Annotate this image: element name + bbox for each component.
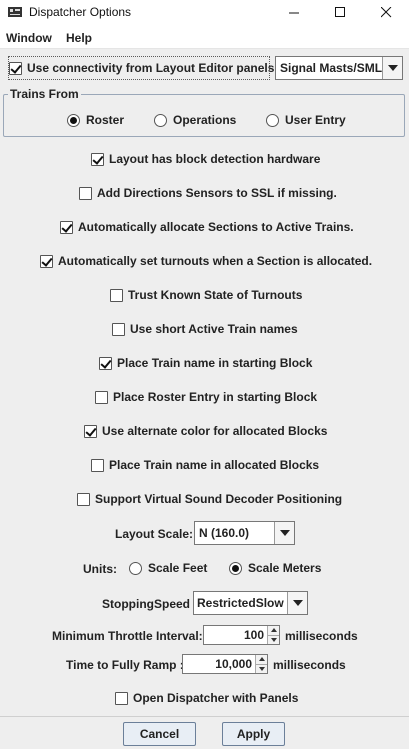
option-short-names[interactable]: Use short Active Train names: [112, 322, 298, 336]
option-block-detection[interactable]: Layout has block detection hardware: [91, 152, 320, 166]
close-icon: [380, 7, 391, 18]
stopping-speed-value: RestrictedSlow: [197, 596, 284, 610]
spinner-down-icon[interactable]: [268, 634, 279, 644]
option-label: Use alternate color for allocated Blocks: [102, 424, 328, 438]
window-title: Dispatcher Options: [29, 5, 132, 19]
checkbox-box[interactable]: [84, 424, 97, 438]
ramp-spinner[interactable]: 10,000: [182, 654, 268, 674]
option-add-direction-sensors[interactable]: Add Directions Sensors to SSL if missing…: [79, 186, 337, 200]
radio-button[interactable]: [67, 113, 80, 127]
radio-user-entry[interactable]: User Entry: [266, 113, 346, 127]
trains-from-legend: Trains From: [8, 87, 81, 101]
chevron-down-icon[interactable]: [287, 592, 307, 614]
checkbox-box[interactable]: [91, 458, 104, 472]
checkbox-box[interactable]: [115, 691, 128, 705]
option-trust-turnouts[interactable]: Trust Known State of Turnouts: [110, 288, 302, 302]
checkbox-box[interactable]: [91, 152, 104, 166]
min-throttle-label: Minimum Throttle Interval:: [52, 629, 203, 643]
radio-roster[interactable]: Roster: [67, 113, 124, 127]
radio-label: Roster: [86, 113, 125, 127]
option-label: Open Dispatcher with Panels: [133, 691, 299, 705]
maximize-icon: [334, 7, 345, 17]
ramp-label: Time to Fully Ramp :: [66, 658, 184, 672]
option-label: Add Directions Sensors to SSL if missing…: [97, 186, 337, 200]
checkbox-box[interactable]: [110, 288, 123, 302]
checkbox-box[interactable]: [40, 254, 53, 268]
minimize-button[interactable]: [271, 0, 317, 25]
radio-button[interactable]: [129, 561, 142, 575]
spinner-up-icon[interactable]: [268, 626, 279, 635]
radio-scale-meters[interactable]: Scale Meters: [229, 561, 321, 575]
menu-window[interactable]: Window: [6, 31, 52, 45]
option-label: Place Train name in starting Block: [117, 356, 313, 370]
spinner-up-icon[interactable]: [256, 655, 267, 664]
checkbox-box[interactable]: [95, 390, 108, 404]
apply-button[interactable]: Apply: [222, 722, 285, 746]
radio-operations[interactable]: Operations: [154, 113, 236, 127]
radio-label: User Entry: [285, 113, 346, 127]
divider: [0, 716, 409, 717]
spinner-down-icon[interactable]: [256, 663, 267, 673]
close-button[interactable]: [363, 0, 409, 25]
layout-scale-label: Layout Scale:: [115, 527, 194, 541]
option-virtual-sound[interactable]: Support Virtual Sound Decoder Positionin…: [77, 492, 342, 506]
option-label: Use short Active Train names: [130, 322, 298, 336]
checkbox-box[interactable]: [79, 186, 92, 200]
signal-type-value: Signal Masts/SML: [280, 61, 382, 75]
layout-scale-value: N (160.0): [199, 526, 250, 540]
radio-scale-feet[interactable]: Scale Feet: [129, 561, 207, 575]
radio-button[interactable]: [154, 113, 167, 127]
option-open-with-panels[interactable]: Open Dispatcher with Panels: [115, 691, 298, 705]
connectivity-checkbox[interactable]: Use connectivity from Layout Editor pane…: [9, 61, 274, 75]
ramp-value[interactable]: 10,000: [183, 655, 255, 673]
option-label: Trust Known State of Turnouts: [128, 288, 303, 302]
stopping-speed-select[interactable]: RestrictedSlow: [193, 591, 308, 615]
option-label: Place Roster Entry in starting Block: [113, 390, 318, 404]
option-auto-allocate[interactable]: Automatically allocate Sections to Activ…: [60, 220, 354, 234]
option-alternate-color[interactable]: Use alternate color for allocated Blocks: [84, 424, 327, 438]
title-bar: Dispatcher Options: [0, 0, 409, 25]
stopping-speed-label: StoppingSpeed: [102, 597, 190, 611]
units-label: Units:: [83, 562, 117, 576]
menu-help[interactable]: Help: [66, 31, 92, 45]
radio-button[interactable]: [266, 113, 279, 127]
option-train-name-starting[interactable]: Place Train name in starting Block: [99, 356, 312, 370]
app-icon: [8, 7, 22, 17]
checkbox-box[interactable]: [77, 492, 90, 506]
ramp-unit: milliseconds: [273, 658, 346, 672]
checkbox-box[interactable]: [112, 322, 125, 336]
checkbox-box[interactable]: [9, 61, 22, 75]
option-roster-starting[interactable]: Place Roster Entry in starting Block: [95, 390, 317, 404]
connectivity-label: Use connectivity from Layout Editor pane…: [27, 61, 275, 75]
radio-label: Operations: [173, 113, 237, 127]
min-throttle-unit: milliseconds: [285, 629, 358, 643]
checkbox-box[interactable]: [60, 220, 73, 234]
chevron-down-icon[interactable]: [382, 57, 402, 79]
maximize-button[interactable]: [317, 0, 363, 25]
checkbox-box[interactable]: [99, 356, 112, 370]
chevron-down-icon[interactable]: [274, 522, 294, 544]
option-label: Automatically set turnouts when a Sectio…: [58, 254, 373, 268]
minimize-icon: [288, 12, 299, 14]
layout-scale-select[interactable]: N (160.0): [194, 521, 295, 545]
radio-button[interactable]: [229, 561, 242, 575]
min-throttle-value[interactable]: 100: [204, 626, 267, 644]
option-label: Automatically allocate Sections to Activ…: [78, 220, 354, 234]
radio-label: Scale Feet: [148, 561, 208, 575]
cancel-button[interactable]: Cancel: [123, 722, 196, 746]
signal-type-select[interactable]: Signal Masts/SML: [275, 56, 403, 80]
option-auto-set-turnouts[interactable]: Automatically set turnouts when a Sectio…: [40, 254, 372, 268]
min-throttle-spinner[interactable]: 100: [203, 625, 280, 645]
option-label: Support Virtual Sound Decoder Positionin…: [95, 492, 343, 506]
radio-label: Scale Meters: [248, 561, 322, 575]
option-label: Place Train name in allocated Blocks: [109, 458, 320, 472]
option-train-name-allocated[interactable]: Place Train name in allocated Blocks: [91, 458, 319, 472]
menu-bar: Window Help: [0, 25, 409, 49]
option-label: Layout has block detection hardware: [109, 152, 321, 166]
